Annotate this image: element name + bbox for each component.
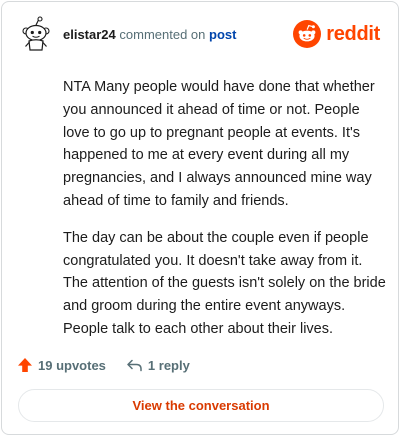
username-link[interactable]: elistar24	[63, 27, 116, 42]
reddit-logo-icon	[293, 20, 322, 48]
reply-count: 1 reply	[147, 357, 190, 373]
comment-paragraph: NTA Many people would have done that whe…	[63, 79, 375, 209]
reply-button[interactable]: 1 reply	[126, 357, 190, 373]
reddit-brand[interactable]: reddit	[293, 20, 380, 48]
upvote-button[interactable]: 19 upvotes	[17, 357, 106, 373]
comment-byline: elistar24 commented on post	[63, 27, 236, 43]
view-conversation-button[interactable]: View the conversation	[18, 389, 384, 422]
comment-body: NTA Many people would have done that whe…	[63, 76, 389, 355]
comment-header: elistar24 commented on post reddit	[2, 2, 398, 66]
snoo-avatar-icon[interactable]	[20, 16, 52, 52]
comment-actions: 19 upvotes 1 reply	[17, 354, 190, 376]
reply-arrow-icon	[127, 359, 142, 372]
reddit-wordmark: reddit	[326, 22, 380, 45]
post-link[interactable]: post	[209, 27, 236, 42]
comment-embed-card: elistar24 commented on post reddit NTA M…	[1, 1, 399, 435]
comment-paragraph: The day can be about the couple even if …	[63, 229, 386, 337]
upvote-arrow-icon	[18, 358, 32, 372]
byline-action-text: commented on	[119, 27, 206, 42]
upvotes-count: 19 upvotes	[38, 357, 106, 373]
